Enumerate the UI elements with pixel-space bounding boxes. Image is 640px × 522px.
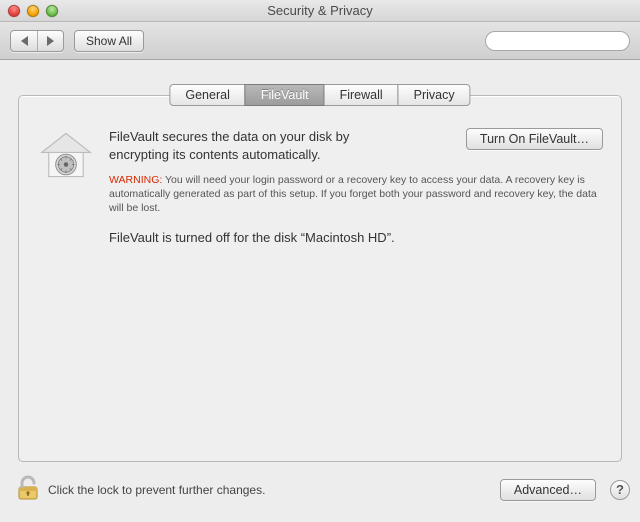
advanced-button[interactable]: Advanced… bbox=[500, 479, 596, 501]
filevault-panel: Turn On FileVault… bbox=[18, 95, 622, 462]
nav-segment bbox=[10, 30, 64, 52]
minimize-window-button[interactable] bbox=[27, 5, 39, 17]
turn-on-filevault-button[interactable]: Turn On FileVault… bbox=[466, 128, 603, 150]
forward-button[interactable] bbox=[37, 31, 63, 51]
filevault-status: FileVault is turned off for the disk “Ma… bbox=[109, 230, 603, 245]
warning-label: WARNING: bbox=[109, 174, 162, 186]
show-all-button[interactable]: Show All bbox=[74, 30, 144, 52]
lock-icon[interactable] bbox=[16, 475, 40, 504]
chevron-right-icon bbox=[47, 36, 54, 46]
warning-text: You will need your login password or a r… bbox=[109, 174, 597, 214]
window-controls bbox=[8, 5, 58, 17]
search-field[interactable] bbox=[485, 31, 630, 51]
chevron-left-icon bbox=[21, 36, 28, 46]
close-window-button[interactable] bbox=[8, 5, 20, 17]
tab-bar: General FileVault Firewall Privacy bbox=[169, 84, 470, 106]
help-button[interactable]: ? bbox=[610, 480, 630, 500]
back-button[interactable] bbox=[11, 31, 37, 51]
tab-privacy[interactable]: Privacy bbox=[398, 84, 471, 106]
filevault-description: FileVault secures the data on your disk … bbox=[109, 128, 409, 163]
content-area: General FileVault Firewall Privacy Turn … bbox=[0, 60, 640, 522]
tab-firewall[interactable]: Firewall bbox=[324, 84, 399, 106]
window-title: Security & Privacy bbox=[0, 3, 640, 18]
lock-message: Click the lock to prevent further change… bbox=[48, 483, 265, 497]
zoom-window-button[interactable] bbox=[46, 5, 58, 17]
tab-filevault[interactable]: FileVault bbox=[245, 84, 325, 106]
tab-general[interactable]: General bbox=[169, 84, 245, 106]
search-input[interactable] bbox=[496, 34, 640, 48]
filevault-warning: WARNING: You will need your login passwo… bbox=[109, 173, 603, 216]
toolbar: Show All bbox=[0, 22, 640, 60]
titlebar: Security & Privacy bbox=[0, 0, 640, 22]
footer: Click the lock to prevent further change… bbox=[16, 475, 630, 504]
filevault-house-icon bbox=[37, 128, 95, 180]
